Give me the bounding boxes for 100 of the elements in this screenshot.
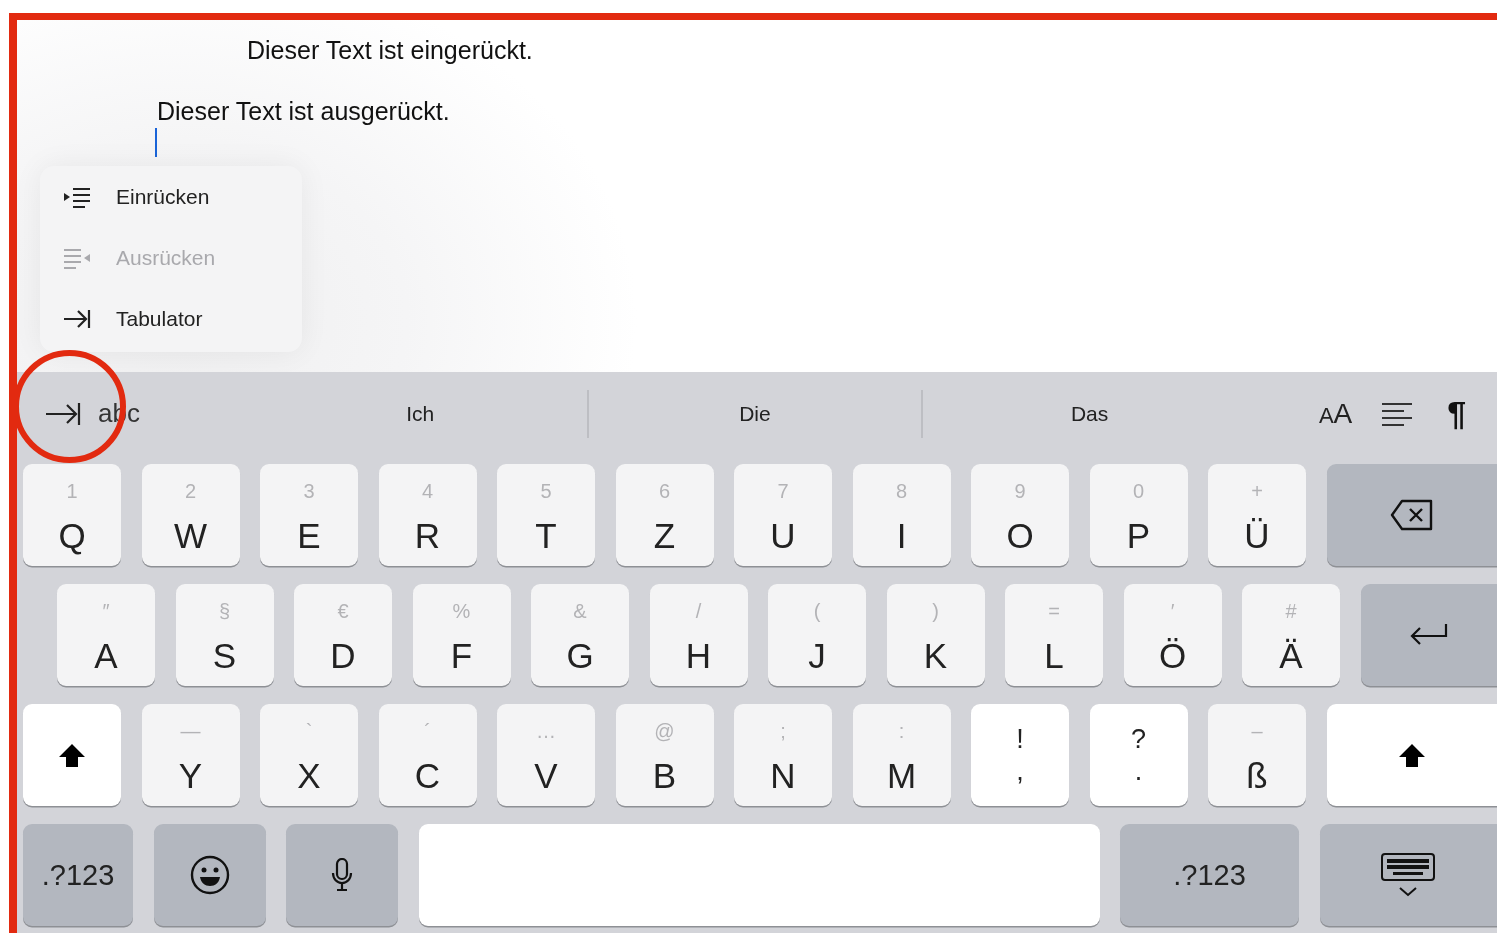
return-key[interactable]: [1360, 584, 1497, 686]
key-hint-label: 5: [540, 479, 552, 503]
menu-item[interactable]: Tabulator: [116, 306, 203, 331]
key-hint-label: 8: [895, 479, 908, 503]
key-hint-label: ″: [102, 599, 110, 623]
letter-key[interactable]: & G: [531, 584, 629, 686]
key-hint-label: –: [1251, 719, 1263, 743]
letter-key[interactable]: ` X: [260, 704, 358, 806]
key-label: R: [414, 517, 441, 555]
key-hint-label: =: [1048, 599, 1060, 623]
smiley-icon: [189, 855, 230, 895]
letter-key[interactable]: – ß: [1208, 704, 1306, 806]
key-hint-label: `: [305, 719, 313, 743]
letter-key[interactable]: ′ Ö: [1123, 584, 1222, 686]
letter-key[interactable]: 5 T: [497, 464, 595, 566]
letter-key[interactable]: 6 Z: [615, 464, 714, 566]
letter-key[interactable]: 1 Q: [23, 464, 121, 566]
key-label: T: [535, 517, 557, 555]
key-hint-label: ′: [1170, 599, 1175, 623]
key-label: U: [770, 517, 796, 555]
paragraph-mark-button[interactable]: ¶: [1447, 394, 1467, 433]
key-hint-label: —: [180, 719, 201, 743]
key-label: W: [173, 517, 207, 555]
key-hint-label: /: [695, 599, 702, 623]
key-hint-label: 0: [1132, 479, 1145, 503]
letter-key[interactable]: + Ü: [1208, 464, 1306, 566]
letter-key[interactable]: — Y: [141, 704, 240, 806]
key-hint-label: 2: [184, 479, 197, 503]
text-cursor: [155, 128, 157, 157]
key-hint-label: +: [1251, 479, 1263, 503]
letter-key[interactable]: ; N: [734, 704, 832, 806]
key-label: O: [1006, 517, 1034, 555]
key-label: G: [566, 637, 594, 675]
key-hint-label: @: [654, 719, 675, 743]
key-label: L: [1044, 637, 1064, 675]
hide-keyboard-key[interactable]: [1319, 824, 1497, 926]
key-label: B: [652, 757, 677, 795]
letter-key[interactable]: % F: [412, 584, 511, 686]
key-label: ß: [1246, 757, 1268, 795]
key-label: S: [212, 637, 237, 675]
key-label: Q: [58, 517, 86, 555]
text-line: Dieser Text ist eingerückt.: [247, 35, 534, 65]
letter-key[interactable]: 4 R: [378, 464, 477, 566]
text-line: Dieser Text ist ausgerückt.: [157, 96, 451, 126]
letter-key[interactable]: @ B: [615, 704, 714, 806]
key-label: C: [414, 757, 441, 795]
symbols-key[interactable]: .?123: [23, 824, 133, 926]
suggestion-button[interactable]: Ich: [253, 389, 587, 438]
letter-key[interactable]: € D: [294, 584, 392, 686]
emoji-key[interactable]: [153, 824, 266, 926]
letter-key[interactable]: 9 O: [971, 464, 1069, 566]
space-bar[interactable]: [418, 824, 1100, 926]
backspace-icon: [1389, 499, 1434, 531]
letter-key[interactable]: 3 E: [260, 464, 358, 566]
key-label: .: [1134, 755, 1143, 787]
key-label: M: [886, 757, 917, 795]
letter-key[interactable]: … V: [497, 704, 595, 806]
key-hint-label: (: [813, 599, 821, 623]
key-hint-label: €: [337, 599, 349, 623]
key-label: Ä: [1279, 637, 1303, 675]
shift-key[interactable]: [23, 704, 121, 806]
dictation-key[interactable]: [286, 824, 398, 926]
letter-key[interactable]: / H: [649, 584, 748, 686]
key-label: H: [685, 637, 712, 675]
key-hint-label: 7: [777, 479, 789, 503]
key-hint-label: :: [898, 719, 905, 743]
letter-key[interactable]: # Ä: [1242, 584, 1340, 686]
key-hint-label: &: [573, 599, 587, 623]
key-label: N: [770, 757, 796, 795]
letter-key[interactable]: 0 P: [1089, 464, 1188, 566]
letter-key[interactable]: : M: [852, 704, 951, 806]
delete-key[interactable]: [1326, 464, 1497, 566]
letter-key[interactable]: = L: [1005, 584, 1103, 686]
letter-key[interactable]: ( J: [768, 584, 866, 686]
key-label: I: [896, 517, 907, 555]
key-label: A: [94, 637, 118, 675]
key-label: !: [1016, 723, 1024, 755]
key-label: ?: [1131, 723, 1146, 755]
menu-item[interactable]: Einrücken: [116, 184, 210, 209]
letter-key[interactable]: ) K: [886, 584, 985, 686]
suggestion-button[interactable]: Die: [588, 389, 922, 438]
letter-key[interactable]: § S: [175, 584, 274, 686]
punctuation-key[interactable]: ! ,: [971, 704, 1069, 806]
key-label: ,: [1016, 755, 1024, 787]
key-label: Ö: [1158, 637, 1187, 675]
letter-key[interactable]: 2 W: [141, 464, 240, 566]
key-label: F: [450, 637, 473, 675]
key-label: D: [330, 637, 356, 675]
letter-key[interactable]: ″ A: [57, 584, 155, 686]
letter-key[interactable]: 7 U: [734, 464, 832, 566]
suggestion-button[interactable]: Das: [923, 389, 1256, 438]
key-hint-label: ;: [780, 719, 786, 743]
key-hint-label: 6: [658, 479, 671, 503]
letter-key[interactable]: 8 I: [852, 464, 951, 566]
letter-key[interactable]: ´ C: [378, 704, 477, 806]
symbols-key[interactable]: .?123: [1120, 824, 1299, 926]
key-label: X: [297, 757, 321, 795]
key-hint-label: ): [932, 599, 939, 623]
punctuation-key[interactable]: ? .: [1089, 704, 1188, 806]
text-size-button[interactable]: AA: [1318, 397, 1353, 430]
